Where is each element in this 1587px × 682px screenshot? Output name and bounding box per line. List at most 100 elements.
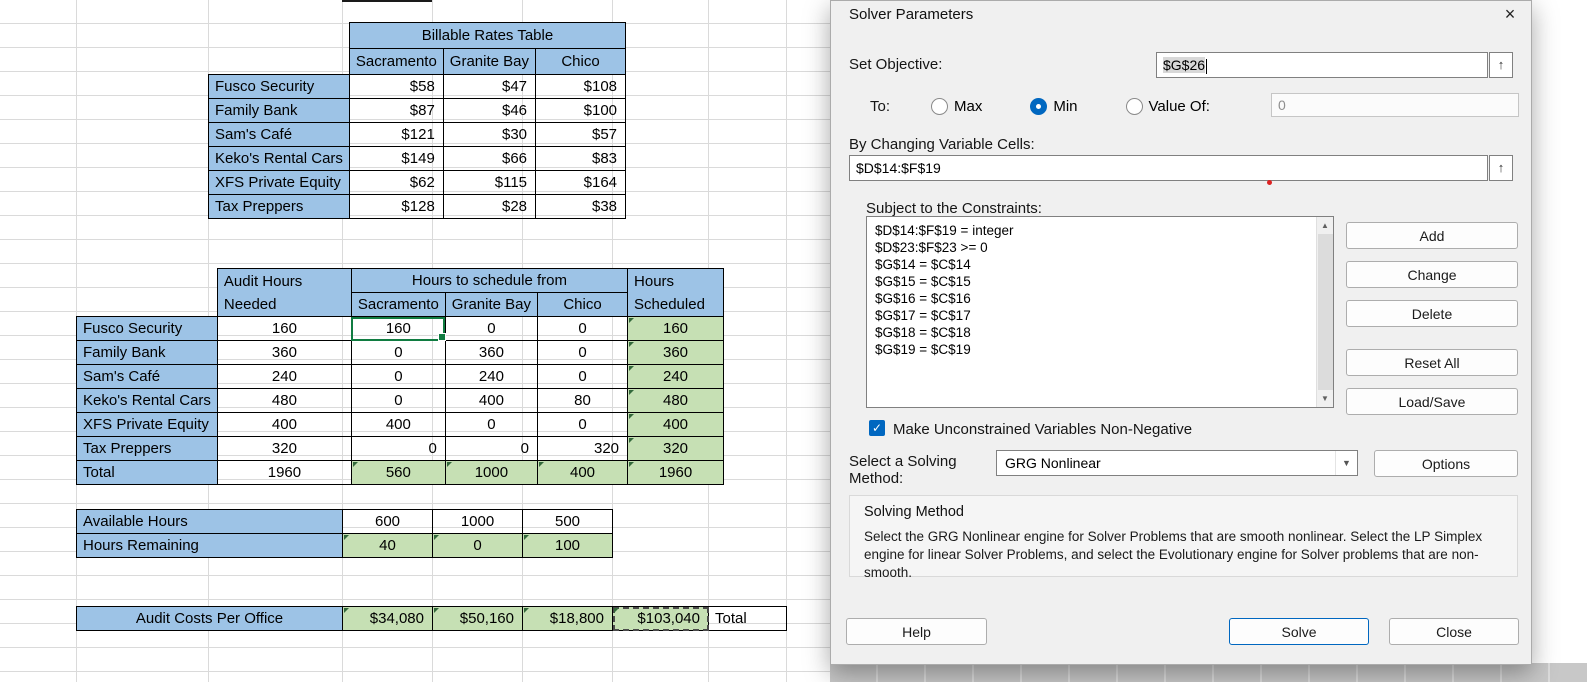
constraint-item[interactable]: $G$14 = $C$14 (875, 256, 1308, 273)
rate-cell[interactable]: $30 (442, 122, 537, 147)
client-label-cell[interactable]: Keko's Rental Cars (208, 146, 350, 171)
alloc-cell-selected[interactable]: 160 (350, 316, 447, 342)
needed-cell[interactable]: 400 (216, 412, 352, 437)
total-alloc-cell[interactable]: 400 (537, 460, 629, 485)
alloc-cell[interactable]: 360 (444, 340, 539, 365)
rate-cell[interactable]: $66 (442, 146, 537, 171)
max-radio-option[interactable]: Max (931, 97, 982, 115)
alloc-cell[interactable]: 0 (444, 436, 539, 461)
total-alloc-cell[interactable]: 1000 (444, 460, 539, 485)
needed-cell[interactable]: 360 (216, 340, 352, 365)
needed-cell[interactable]: 480 (216, 388, 352, 413)
rates-table-title[interactable]: Billable Rates Table (348, 22, 627, 49)
constraint-item[interactable]: $D$23:$F$23 >= 0 (875, 239, 1308, 256)
constraints-listbox[interactable]: $D$14:$F$19 = integer $D$23:$F$23 >= 0 $… (866, 216, 1334, 408)
rate-cell[interactable]: $164 (535, 170, 627, 195)
scheduled-cell[interactable]: 480 (627, 388, 725, 413)
total-needed-cell[interactable]: 1960 (216, 460, 352, 485)
close-button[interactable]: × (1491, 1, 1529, 27)
cost-cell[interactable]: $50,160 (432, 606, 523, 631)
scrollbar-thumb[interactable] (1318, 234, 1333, 390)
client-label-cell[interactable]: Tax Preppers (76, 436, 218, 461)
add-button[interactable]: Add (1346, 222, 1518, 249)
delete-button[interactable]: Delete (1346, 300, 1518, 327)
rate-cell[interactable]: $38 (535, 194, 627, 219)
scheduled-cell[interactable]: 320 (627, 436, 725, 461)
total-label-cell[interactable]: Total (76, 460, 218, 485)
alloc-cell[interactable]: 0 (537, 364, 629, 389)
hours-remaining-cell[interactable]: 100 (522, 533, 613, 558)
scroll-up-icon[interactable]: ▲ (1317, 217, 1333, 234)
solving-method-dropdown[interactable]: GRG Nonlinear ▼ (996, 450, 1358, 476)
alloc-cell[interactable]: 0 (444, 412, 539, 437)
alloc-cell[interactable]: 0 (350, 364, 446, 389)
office-header-cell[interactable]: Sacramento (348, 48, 444, 75)
alloc-cell[interactable]: 0 (350, 340, 446, 365)
alloc-cell[interactable]: 80 (537, 388, 629, 413)
rate-cell[interactable]: $87 (348, 98, 444, 123)
client-label-cell[interactable]: XFS Private Equity (76, 412, 218, 437)
max-radio[interactable] (931, 97, 948, 115)
change-button[interactable]: Change (1346, 261, 1518, 288)
costs-label-cell[interactable]: Audit Costs Per Office (76, 606, 343, 631)
total-caption-cell[interactable]: Total (708, 606, 787, 631)
office-header-cell[interactable]: Chico (537, 292, 629, 317)
client-label-cell[interactable]: Fusco Security (76, 316, 218, 341)
constraints-scrollbar[interactable]: ▲ ▼ (1316, 217, 1333, 407)
office-header-cell[interactable]: Chico (535, 48, 627, 75)
alloc-cell[interactable]: 240 (444, 364, 539, 389)
office-header-cell[interactable]: Sacramento (350, 292, 446, 317)
rate-cell[interactable]: $115 (442, 170, 537, 195)
cost-cell[interactable]: $18,800 (522, 606, 613, 631)
available-hours-label-cell[interactable]: Available Hours (76, 509, 343, 534)
rate-cell[interactable]: $47 (442, 74, 537, 99)
rate-cell[interactable]: $28 (442, 194, 537, 219)
constraint-item[interactable]: $G$17 = $C$17 (875, 307, 1308, 324)
constraint-item[interactable]: $D$14:$F$19 = integer (875, 222, 1308, 239)
available-hours-cell[interactable]: 1000 (432, 509, 523, 534)
scheduled-cell[interactable]: 360 (627, 340, 725, 365)
hours-remaining-cell[interactable]: 0 (432, 533, 523, 558)
constraint-item[interactable]: $G$16 = $C$16 (875, 290, 1308, 307)
scheduled-header-cell[interactable]: Hours Scheduled (627, 268, 725, 317)
alloc-cell[interactable]: 400 (350, 412, 446, 437)
rate-cell[interactable]: $121 (348, 122, 444, 147)
client-label-cell[interactable]: XFS Private Equity (208, 170, 350, 195)
client-label-cell[interactable]: Tax Preppers (208, 194, 350, 219)
client-label-cell[interactable]: Keko's Rental Cars (76, 388, 218, 413)
value-of-radio-option[interactable]: Value Of: (1125, 97, 1210, 115)
rate-cell[interactable]: $46 (442, 98, 537, 123)
objective-input[interactable]: $G$26 (1156, 52, 1488, 78)
value-of-radio[interactable] (1125, 97, 1143, 115)
alloc-cell[interactable]: 400 (444, 388, 539, 413)
span-header-cell[interactable]: Hours to schedule from (350, 268, 629, 293)
rate-cell[interactable]: $108 (535, 74, 627, 99)
constraint-item[interactable]: $G$18 = $C$18 (875, 324, 1308, 341)
available-hours-cell[interactable]: 500 (522, 509, 613, 534)
hours-remaining-cell[interactable]: 40 (342, 533, 433, 558)
close-dialog-button[interactable]: Close (1389, 618, 1519, 645)
objective-ref-picker-button[interactable]: ↑ (1489, 52, 1513, 78)
office-header-cell[interactable]: Granite Bay (442, 48, 537, 75)
rate-cell[interactable]: $149 (348, 146, 444, 171)
scheduled-cell[interactable]: 240 (627, 364, 725, 389)
client-label-cell[interactable]: Family Bank (208, 98, 350, 123)
min-radio-option[interactable]: Min (1030, 97, 1078, 115)
load-save-button[interactable]: Load/Save (1346, 388, 1518, 415)
rate-cell[interactable]: $128 (348, 194, 444, 219)
reset-all-button[interactable]: Reset All (1346, 349, 1518, 376)
needed-cell[interactable]: 320 (216, 436, 352, 461)
non-negative-checkbox[interactable]: ✓ (869, 420, 885, 436)
available-hours-cell[interactable]: 600 (342, 509, 433, 534)
rate-cell[interactable]: $58 (348, 74, 444, 99)
total-scheduled-cell[interactable]: 1960 (627, 460, 725, 485)
help-button[interactable]: Help (846, 618, 987, 645)
scroll-down-icon[interactable]: ▼ (1317, 390, 1333, 407)
scheduled-cell[interactable]: 400 (627, 412, 725, 437)
office-header-cell[interactable]: Granite Bay (444, 292, 539, 317)
needed-header-cell[interactable]: Audit Hours Needed (216, 268, 352, 317)
cost-cell[interactable]: $34,080 (342, 606, 433, 631)
min-radio[interactable] (1030, 97, 1048, 115)
constraint-item[interactable]: $G$19 = $C$19 (875, 341, 1308, 358)
solve-button[interactable]: Solve (1229, 618, 1369, 645)
